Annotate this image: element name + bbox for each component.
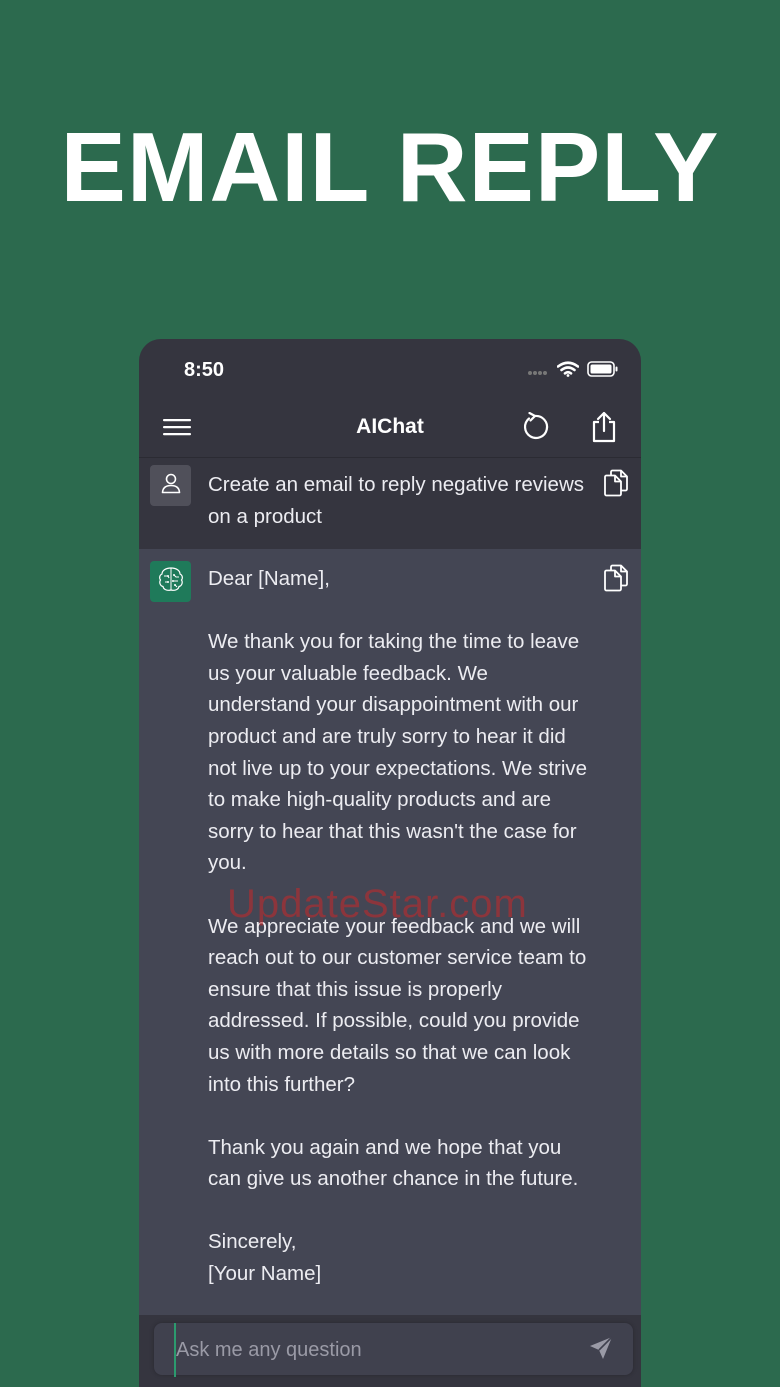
question-input[interactable] [174,1323,578,1377]
send-icon [588,1335,614,1366]
assistant-message: Dear [Name], We thank you for taking the… [139,549,641,1315]
nav-bar: AIChat [139,401,641,458]
phone-screen: 8:50 AIChat Create an email to reply neg… [139,339,641,1387]
ai-brain-icon [155,563,187,600]
wifi-icon [556,361,580,382]
user-message-text: Create an email to reply negative review… [208,473,590,528]
copy-user-message-button[interactable] [601,469,631,502]
status-bar: 8:50 [139,339,641,401]
regenerate-button[interactable] [517,411,553,447]
copy-assistant-message-button[interactable] [601,564,631,597]
share-button[interactable] [586,411,622,447]
status-time: 8:50 [184,359,225,381]
promo-headline: EMAIL REPLY [60,112,720,222]
user-message: Create an email to reply negative review… [139,458,641,549]
refresh-icon [520,411,550,447]
nav-title: AIChat [356,415,424,438]
copy-icon [603,564,629,597]
composer-box [154,1323,633,1377]
battery-icon [587,361,619,382]
cellular-signal-icon [527,363,549,381]
assistant-avatar [150,561,191,602]
copy-icon [603,469,629,502]
user-avatar [150,465,191,506]
send-button[interactable] [587,1335,615,1366]
assistant-message-text: Dear [Name], We thank you for taking the… [208,567,588,1286]
composer-area [139,1315,641,1387]
status-icons [527,361,619,382]
person-icon [160,472,182,499]
share-icon [590,411,618,448]
